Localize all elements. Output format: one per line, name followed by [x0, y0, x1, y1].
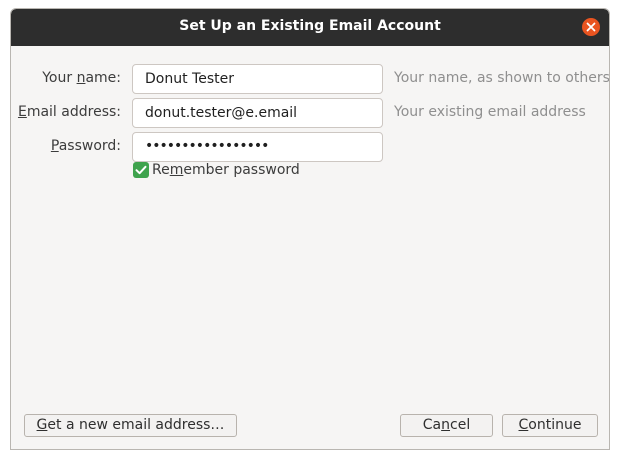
- checkbox-box[interactable]: [133, 162, 149, 178]
- name-row: Your name: Donut Tester Your name, as sh…: [11, 64, 609, 94]
- remember-password-label: Remember password: [152, 162, 300, 178]
- email-input[interactable]: donut.tester@e.email: [132, 98, 383, 128]
- dialog-content: Your name: Donut Tester Your name, as sh…: [11, 46, 609, 449]
- password-input[interactable]: •••••••••••••••••: [132, 132, 383, 162]
- dialog-window: Set Up an Existing Email Account Your na…: [10, 8, 610, 450]
- password-label: Password:: [50, 138, 121, 154]
- checkmark-icon: [135, 165, 147, 175]
- cancel-button[interactable]: Cancel: [400, 414, 493, 437]
- dialog-title: Set Up an Existing Email Account: [179, 18, 441, 34]
- email-row: Email address: donut.tester@e.email Your…: [11, 98, 609, 128]
- email-label: Email address:: [17, 104, 121, 120]
- name-hint: Your name, as shown to others: [394, 70, 610, 86]
- password-row: Password: •••••••••••••••••: [11, 132, 609, 162]
- titlebar: Set Up an Existing Email Account: [11, 9, 609, 46]
- name-input[interactable]: Donut Tester: [132, 64, 383, 94]
- close-button[interactable]: [582, 18, 600, 36]
- get-new-email-button[interactable]: Get a new email address…: [24, 414, 237, 437]
- close-icon: [586, 22, 596, 32]
- name-label: Your name:: [42, 70, 121, 86]
- continue-button[interactable]: Continue: [502, 414, 598, 437]
- email-hint: Your existing email address: [394, 104, 586, 120]
